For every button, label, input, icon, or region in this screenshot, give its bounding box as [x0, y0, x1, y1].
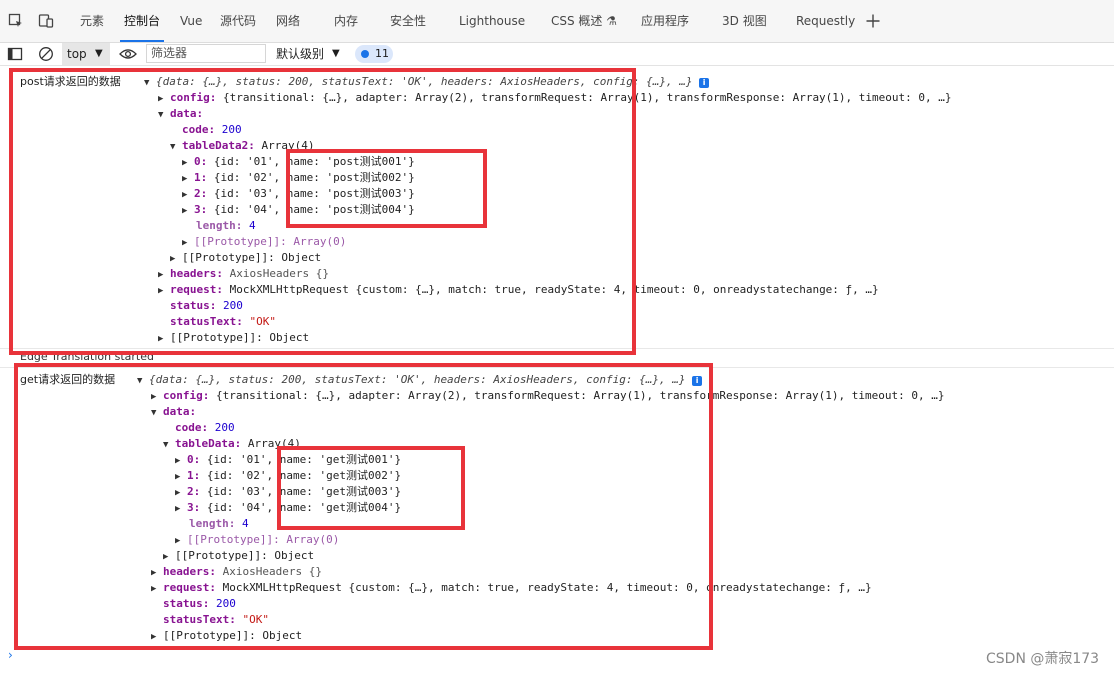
watermark: CSDN @萧寂173 — [986, 651, 1100, 667]
tab-3d-view[interactable]: 3D 视图 — [722, 0, 767, 42]
context-label: top — [67, 47, 87, 61]
tab-security[interactable]: 安全性 — [390, 0, 426, 42]
info-icon[interactable]: i — [699, 78, 710, 88]
console-prompt[interactable]: › — [8, 648, 13, 662]
tab-application[interactable]: 应用程序 — [641, 0, 689, 42]
tab-css-overview[interactable]: CSS 概述 ⚗ — [551, 0, 617, 42]
flask-icon: ⚗ — [606, 14, 618, 28]
issues-count: 11 — [375, 47, 389, 60]
context-selector[interactable]: top ▼ — [62, 43, 110, 65]
device-toolbar-icon[interactable] — [38, 13, 54, 29]
sidebar-toggle-icon[interactable] — [7, 46, 23, 62]
tab-vue[interactable]: Vue — [180, 0, 202, 42]
tab-memory[interactable]: 内存 — [334, 0, 358, 42]
get-rows-annotation-box — [277, 446, 465, 530]
tab-network[interactable]: 网络 — [276, 0, 300, 42]
caret-down-icon: ▼ — [95, 48, 103, 59]
post-rows-annotation-box — [286, 149, 487, 228]
tab-requestly[interactable]: Requestly — [796, 0, 855, 42]
tab-console[interactable]: 控制台 — [119, 0, 165, 42]
log-level-label: 默认级别 — [276, 47, 325, 61]
filter-input[interactable]: 筛选器 — [146, 44, 266, 63]
clear-console-icon[interactable] — [38, 46, 54, 62]
issues-icon — [361, 50, 369, 58]
caret-down-icon: ▼ — [332, 48, 340, 59]
inspect-element-icon[interactable] — [8, 13, 24, 29]
tab-elements[interactable]: 元素 — [80, 0, 104, 42]
devtools-tab-bar: 元素 控制台 Vue 源代码 网络 内存 安全性 Lighthouse CSS … — [0, 0, 1114, 43]
issues-badge[interactable]: 11 — [355, 45, 393, 63]
tab-lighthouse[interactable]: Lighthouse — [459, 0, 525, 42]
tab-css-overview-label: CSS 概述 — [551, 14, 603, 28]
add-tab-icon[interactable] — [865, 13, 881, 29]
tab-sources[interactable]: 源代码 — [220, 0, 256, 42]
console-toolbar: top ▼ 筛选器 默认级别 ▼ 11 — [0, 43, 1114, 66]
eye-icon[interactable] — [119, 47, 137, 61]
